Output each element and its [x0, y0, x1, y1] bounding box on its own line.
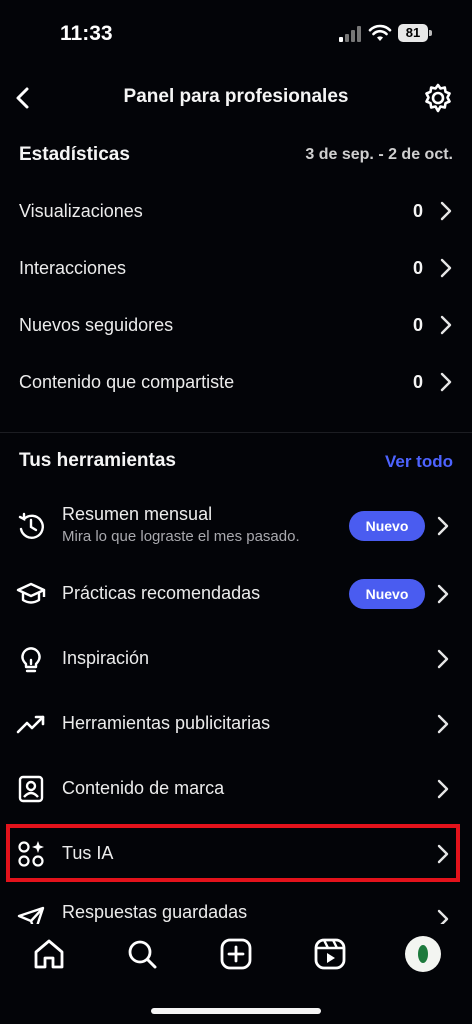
- tool-row-ad-tools[interactable]: Herramientas publicitarias: [0, 695, 472, 753]
- create-icon[interactable]: [216, 934, 256, 974]
- tool-label: Herramientas publicitarias: [62, 713, 271, 733]
- chevron-right-icon: [440, 258, 452, 278]
- stat-row-new-followers[interactable]: Nuevos seguidores 0: [19, 304, 453, 348]
- tool-label: Resumen mensual: [62, 504, 213, 524]
- tool-row-best-practices[interactable]: Prácticas recomendadas Nuevo: [0, 565, 472, 623]
- stat-label: Nuevos seguidores: [19, 315, 174, 335]
- tool-subtitle: Mira lo que lograste el mes pasado.: [62, 528, 300, 545]
- lightbulb-icon: [21, 647, 41, 673]
- chevron-right-icon: [440, 201, 452, 221]
- statistics-title: Estadísticas: [19, 144, 130, 165]
- stat-value: 0: [412, 258, 423, 278]
- chevron-right-icon: [437, 779, 449, 799]
- branded-content-icon: [18, 775, 44, 803]
- chevron-right-icon: [437, 714, 449, 734]
- tools-header: Tus herramientas Ver todo: [19, 446, 453, 476]
- chevron-right-icon: [440, 372, 452, 392]
- status-time: 11:33: [60, 22, 113, 45]
- new-badge: Nuevo: [349, 511, 425, 541]
- signal-icon: [339, 26, 363, 42]
- stat-row-views[interactable]: Visualizaciones 0: [19, 190, 453, 234]
- trending-up-icon: [16, 715, 45, 734]
- stat-value: 0: [412, 315, 423, 335]
- chevron-right-icon: [437, 516, 449, 536]
- graduation-cap-icon: [16, 582, 46, 604]
- chevron-right-icon: [437, 649, 449, 669]
- new-badge: Nuevo: [349, 579, 425, 609]
- search-icon[interactable]: [122, 934, 162, 974]
- stat-value: 0: [412, 372, 423, 392]
- monthly-summary-icon: [18, 512, 44, 539]
- tool-row-monthly-summary[interactable]: Resumen mensual Mira lo que lograste el …: [0, 497, 472, 555]
- tool-row-branded-content[interactable]: Contenido de marca: [0, 760, 472, 818]
- tool-label: Inspiración: [62, 648, 150, 668]
- page-title: Panel para profesionales: [123, 86, 349, 107]
- status-bar: 11:33 81: [0, 0, 472, 70]
- stat-row-interactions[interactable]: Interacciones 0: [19, 247, 453, 291]
- battery-icon: 81: [398, 24, 432, 42]
- see-all-link[interactable]: Ver todo: [385, 452, 453, 472]
- chevron-right-icon: [437, 584, 449, 604]
- tool-row-inspiration[interactable]: Inspiración: [0, 630, 472, 688]
- stat-label: Interacciones: [19, 258, 127, 278]
- stat-value: 0: [412, 201, 423, 221]
- tool-label: Contenido de marca: [62, 778, 225, 798]
- wifi-icon: [368, 24, 392, 41]
- tool-label: Prácticas recomendadas: [62, 583, 261, 603]
- statistics-header: Estadísticas 3 de sep. - 2 de oct.: [19, 140, 453, 170]
- stat-row-shared-content[interactable]: Contenido que compartiste 0: [19, 361, 453, 405]
- reels-icon[interactable]: [310, 934, 350, 974]
- stat-label: Contenido que compartiste: [19, 372, 235, 392]
- highlight-box: [6, 824, 460, 882]
- settings-gear-icon[interactable]: [420, 80, 456, 116]
- stat-label: Visualizaciones: [19, 201, 143, 221]
- date-range: 3 de sep. - 2 de oct.: [305, 146, 453, 163]
- home-indicator[interactable]: [151, 1008, 321, 1014]
- section-divider: [0, 432, 472, 433]
- tool-label: Respuestas guardadas: [62, 902, 248, 922]
- tools-title: Tus herramientas: [19, 450, 176, 471]
- profile-avatar[interactable]: [405, 936, 441, 972]
- home-icon[interactable]: [29, 934, 69, 974]
- header: Panel para profesionales: [0, 70, 472, 126]
- chevron-right-icon: [440, 315, 452, 335]
